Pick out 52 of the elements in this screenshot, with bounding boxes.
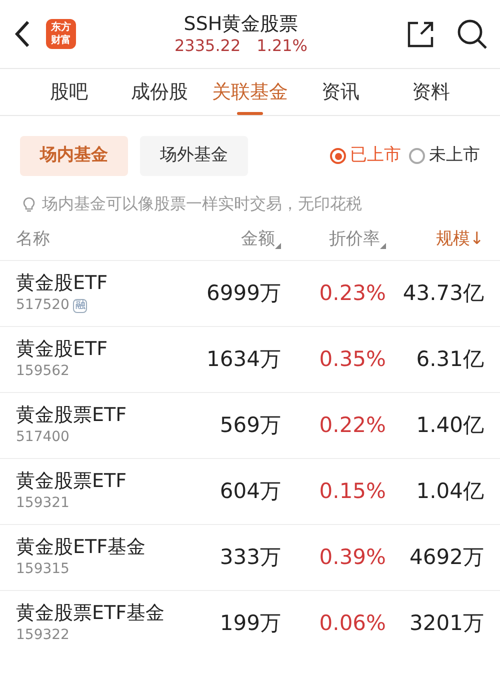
- fund-code: 159562: [16, 362, 70, 381]
- discount-cell-text: 0.39%: [318, 544, 386, 571]
- radio-label[interactable]: 未上市: [429, 143, 480, 169]
- fund-name[interactable]: 黄金股票ETF基金: [16, 601, 181, 625]
- stock-title: SSH黄金股票: [184, 12, 298, 36]
- share-icon[interactable]: [406, 19, 436, 49]
- tab[interactable]: 资讯: [295, 69, 386, 115]
- amount-cell-text: 1634万: [206, 346, 281, 373]
- discount-cell-text: 0.06%: [318, 610, 386, 637]
- segment-tab[interactable]: 场外基金: [140, 136, 248, 176]
- search-icon[interactable]: [456, 18, 488, 50]
- tab[interactable]: 成份股: [114, 69, 205, 115]
- amount-cell-text: 333万: [218, 544, 281, 571]
- amount-cell-text: 199万: [218, 610, 281, 637]
- index-price: 2335.22: [174, 36, 241, 56]
- fund-name[interactable]: 黄金股票ETF: [16, 403, 181, 427]
- amount-cell-text: 569万: [218, 412, 281, 439]
- radio-button[interactable]: [409, 148, 425, 164]
- fund-code: 159322: [16, 626, 70, 645]
- amount-cell-text: 604万: [218, 478, 281, 505]
- fund-code: 517520: [16, 296, 70, 315]
- fund-name[interactable]: 黄金股ETF: [16, 337, 181, 361]
- scale-cell-text: 3201万: [408, 610, 484, 637]
- discount-cell-text: 0.35%: [318, 346, 386, 373]
- scale-cell-text: 1.40亿: [415, 412, 484, 439]
- app-logo: 东方 财富: [46, 19, 76, 49]
- fund-name[interactable]: 黄金股ETF基金: [16, 535, 181, 559]
- discount-cell-text: 0.23%: [318, 280, 386, 307]
- index-change: 1.21%: [256, 36, 308, 56]
- fund-name[interactable]: 黄金股ETF: [16, 271, 181, 295]
- amount-cell-text: 6999万: [206, 280, 281, 307]
- tab[interactable]: 资料: [386, 69, 476, 115]
- fund-name[interactable]: 黄金股票ETF: [16, 469, 181, 493]
- scale-cell-text: 4692万: [408, 544, 484, 571]
- margin-badge: 融: [73, 298, 88, 312]
- discount-cell-text: 0.15%: [318, 478, 386, 505]
- tab[interactable]: 股吧: [24, 69, 114, 115]
- column-header[interactable]: 折价率: [329, 227, 380, 253]
- scale-cell-text: 43.73亿: [402, 280, 484, 307]
- column-header[interactable]: 名称: [16, 227, 50, 253]
- column-header[interactable]: 金额: [241, 227, 275, 253]
- scale-cell-text: 6.31亿: [415, 346, 484, 373]
- column-header[interactable]: 规模↓: [436, 227, 484, 253]
- radio-label[interactable]: 已上市: [350, 143, 401, 169]
- scale-cell-text: 1.04亿: [415, 478, 484, 505]
- fund-code: 159321: [16, 494, 70, 513]
- discount-cell-text: 0.22%: [318, 412, 386, 439]
- radio-button[interactable]: [330, 148, 346, 164]
- tab[interactable]: 关联基金: [204, 69, 296, 115]
- fund-code: 517400: [16, 428, 70, 447]
- fund-code: 159315: [16, 560, 70, 579]
- hint-text: 场内基金可以像股票一样实时交易，无印花税: [42, 193, 362, 215]
